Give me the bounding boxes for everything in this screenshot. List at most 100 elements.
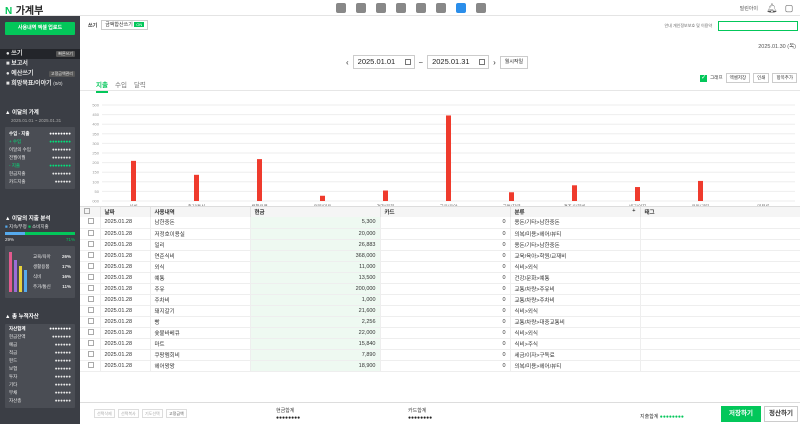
next-month-icon[interactable]: › (493, 58, 496, 67)
y-tick-label: 300 (92, 141, 99, 146)
monthly-box: 수입 - 지출 ●●●●●●●● + 수입 ●●●●●●●● 이달의 수입 ●●●●●●●… (5, 127, 75, 189)
table-row[interactable]: 2025.01.28 주차비 1,000 0 교통/차량>주차비 (80, 294, 800, 306)
sidebar-item-write[interactable]: ● 쓰기 빠른쓰기 (0, 49, 80, 59)
sidebar-nav: ● 쓰기 빠른쓰기 ■ 보고서 ● 예산쓰기 고정금액관리 ■ 희망목표/이야기 (… (0, 49, 80, 89)
summary-row: - 지출 ●●●●●●●● (9, 163, 71, 168)
sidebar-item-goals[interactable]: ■ 희망목표/이야기 (0/0) (0, 79, 80, 89)
calendar-icon (479, 59, 486, 65)
bell-icon[interactable]: 🔔︎ (766, 3, 777, 13)
col-date[interactable]: 날짜 (100, 207, 151, 217)
add-column-icon: + (632, 208, 636, 214)
excel-save-button[interactable]: 엑셀저장 (725, 73, 751, 83)
office-icon[interactable] (476, 3, 486, 13)
table-row[interactable]: 2025.01.28 주유 200,000 0 교통/차량>주유비 (80, 283, 800, 295)
month-start-button[interactable]: 월시작일 (499, 55, 529, 69)
expense-bar-chart: 50045040035030025020015010050000식비주거/통신생… (92, 103, 795, 210)
mail-icon[interactable] (336, 3, 346, 13)
y-tick-label: 500 (92, 103, 99, 108)
col-card[interactable]: 카드 (380, 207, 511, 217)
bar-4 (383, 190, 388, 201)
row-checkbox[interactable] (88, 240, 94, 247)
spending-analysis: ▲ 이달의 지출 분석 ■ 지속/부정 ■ 소비지출 29% 71% 교육/육아 2… (0, 214, 80, 298)
user-name[interactable]: 빌린아이 (740, 5, 758, 12)
graph-checkbox[interactable]: ✓ (700, 74, 708, 82)
row-checkbox[interactable] (88, 284, 94, 291)
calendar-icon[interactable] (356, 3, 366, 13)
table-row[interactable]: 2025.01.28 헤어왕왕 18,900 0 의복/미용>헤어/뷰티 (80, 360, 800, 372)
search-input[interactable] (718, 21, 798, 31)
excel-upload-button[interactable]: 사용내역 엑셀 업로드 (5, 22, 75, 35)
tab-write[interactable]: 쓰기 (88, 22, 97, 29)
app-logo[interactable]: N 가계부 (5, 2, 43, 17)
auto-sum-toggle[interactable]: 금액합산쓰기 ON (101, 20, 149, 30)
top-category: 생활용품 17% (33, 264, 71, 269)
col-cash[interactable]: 현금 (250, 207, 381, 217)
bar-8 (635, 187, 640, 201)
top-category: 교육/육아 26% (33, 254, 71, 259)
row-checkbox[interactable] (88, 350, 94, 357)
select-all-checkbox[interactable] (80, 207, 101, 217)
y-tick-label: 250 (92, 151, 99, 156)
sidebar-item-budget[interactable]: ● 예산쓰기 고정금액관리 (0, 69, 80, 79)
row-checkbox[interactable] (88, 262, 94, 269)
table-row[interactable]: 2025.01.28 예통 13,500 0 건강/문화>예통 (80, 272, 800, 284)
table-row[interactable]: 2025.01.28 외식 11,000 0 식비>외식 (80, 261, 800, 273)
chat-icon[interactable]: ▢ (784, 3, 794, 13)
row-checkbox[interactable] (88, 339, 94, 346)
table-row[interactable]: 2025.01.28 돼지갈기 21,600 0 식비>외식 (80, 305, 800, 317)
spend-total: 지출합계 ●●●●●●●● (640, 414, 684, 420)
top-category: 식비 16% (33, 274, 71, 279)
date-to-field[interactable]: 2025.01.31 (427, 55, 490, 69)
row-checkbox[interactable] (88, 251, 94, 258)
add-column-button[interactable]: 항목추가 (772, 73, 797, 83)
table-row[interactable]: 2025.01.28 빵 2,256 0 교통/차량>대중교통비 (80, 316, 800, 328)
y-tick-label: 450 (92, 112, 99, 117)
row-checkbox[interactable] (88, 328, 94, 335)
prev-month-icon[interactable]: ‹ (346, 58, 349, 67)
contacts-icon[interactable] (396, 3, 406, 13)
fixed-amount-button[interactable]: 고정금액관리 (48, 71, 75, 77)
table-row[interactable]: 2025.01.28 일리 26,883 0 용돈/기타>남한중돈 (80, 239, 800, 251)
settings-icon[interactable] (436, 3, 446, 13)
summary-row: 자산합계 ●●●●●●●● (9, 326, 71, 331)
save-button[interactable]: 저장하기 (721, 406, 761, 422)
row-checkbox[interactable] (88, 229, 94, 236)
card-total-label: 카드합계 (408, 408, 427, 414)
summary-row: 현금잔액 ●●●●●●● (9, 334, 71, 339)
table-row[interactable]: 2025.01.28 저정호이용실 20,000 0 의복/미용>헤어/뷰티 (80, 228, 800, 240)
row-checkbox[interactable] (88, 361, 94, 368)
col-tag[interactable]: 태그 (640, 207, 800, 217)
memo-icon[interactable] (416, 3, 426, 13)
table-row[interactable]: 2025.01.28 숯불바베큐 22,000 0 식비>외식 (80, 327, 800, 339)
date-from-field[interactable]: 2025.01.01 (352, 55, 415, 69)
sidebar-item-report[interactable]: ■ 보고서 (0, 59, 80, 69)
row-checkbox[interactable] (88, 295, 94, 302)
copy-selected-button[interactable]: 선택복사 (118, 409, 139, 418)
row-checkbox[interactable] (88, 218, 94, 225)
summary-row: 자산총 ●●●●●● (9, 398, 71, 403)
fixed-amount-footer-button[interactable]: 고정금액 (166, 409, 187, 418)
table-row[interactable]: 2025.01.28 연준식비 368,000 0 교육/육아>학원/교재비 (80, 250, 800, 262)
quick-write-button[interactable]: 빠른쓰기 (56, 51, 75, 57)
cafe-icon[interactable] (376, 3, 386, 13)
print-button[interactable]: 인쇄 (753, 73, 770, 83)
prayer-select-button[interactable]: 기도선택 (142, 409, 163, 418)
delete-selected-button[interactable]: 선택삭제 (94, 409, 115, 418)
bar-5 (446, 115, 451, 201)
col-desc[interactable]: 사용내역 (150, 207, 251, 217)
col-category[interactable]: 분류 + (510, 207, 641, 217)
bar-7 (572, 185, 577, 201)
main-content: 쓰기 금액합산쓰기 ON 안내 개인정보보호 및 이용약 2025.01.30 … (80, 16, 800, 424)
graph-label: 그래프 (710, 75, 723, 80)
row-checkbox[interactable] (88, 306, 94, 313)
expense-table: 날짜 사용내역 현금 카드 분류 + 태그 2025.01.28 남한중돈 5,300… (80, 206, 800, 404)
search-hint: 안내 개인정보보호 및 이용약 (664, 23, 713, 28)
y-tick-label: 100 (92, 179, 99, 184)
ledger-icon[interactable] (456, 3, 466, 13)
table-row[interactable]: 2025.01.28 마트 15,840 0 식비>주식 (80, 338, 800, 350)
row-checkbox[interactable] (88, 273, 94, 280)
table-row[interactable]: 2025.01.28 쿠팡멤회비 7,890 0 세금/이자>구독료 (80, 349, 800, 361)
row-checkbox[interactable] (88, 317, 94, 324)
settle-button[interactable]: 정산하기 (764, 406, 798, 422)
table-row[interactable]: 2025.01.28 남한중돈 5,300 0 용돈/기타>남한중돈 (80, 217, 800, 229)
